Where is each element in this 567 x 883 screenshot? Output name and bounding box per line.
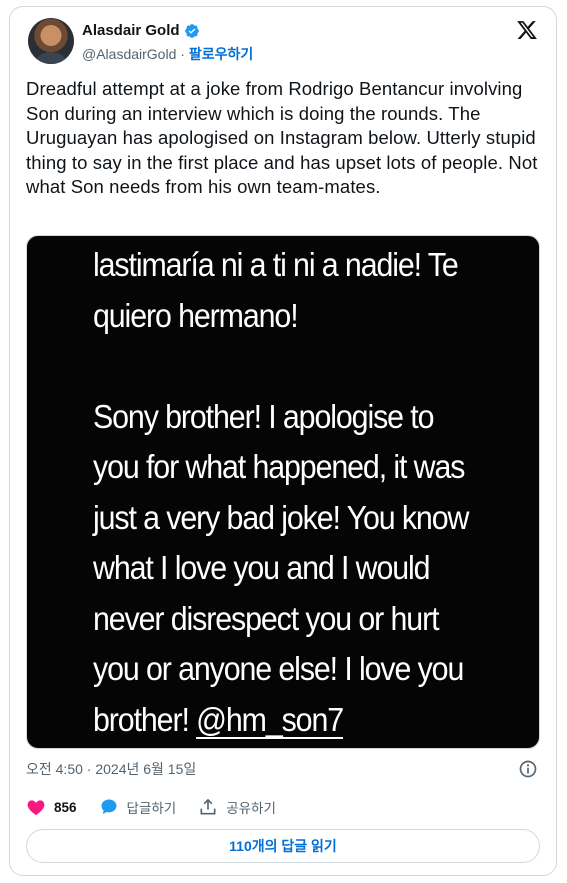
media-line: what I love you and I would [93, 549, 431, 586]
read-replies-button[interactable]: 110개의 답글 읽기 [26, 829, 540, 863]
heart-icon [27, 800, 45, 815]
info-icon[interactable] [518, 759, 538, 779]
media-mention: @hm_son7 [196, 700, 344, 738]
author-name-row: Alasdair Gold [82, 22, 200, 39]
media-line-prefix: brother! [93, 700, 197, 738]
media-spacer [93, 341, 489, 392]
tweet-card: Alasdair Gold @AlasdairGold · 팔로우하기 Drea… [9, 6, 557, 876]
author-handle[interactable]: @AlasdairGold [82, 46, 176, 62]
x-logo-icon[interactable] [516, 19, 538, 41]
reply-button[interactable]: 답글하기 [99, 797, 177, 817]
media-line: Sony brother! I apologise to [93, 397, 435, 435]
author-name[interactable]: Alasdair Gold [82, 22, 180, 39]
reply-label: 답글하기 [126, 801, 177, 816]
media-line: quiero hermano! [93, 296, 299, 334]
reply-bubble-icon [101, 799, 117, 815]
share-label: 공유하기 [226, 801, 276, 816]
tweet-timestamp[interactable]: 오전 4:50 · 2024년 6월 15일 [26, 759, 196, 779]
media-line: you for what happened, it was [93, 448, 465, 485]
media-caption: lastimaría ni a ti ni a nadie! Te quiero… [93, 240, 489, 745]
share-icon [200, 798, 216, 815]
media-line: never disrespect you or hurt [93, 599, 440, 637]
avatar-shirt [36, 52, 66, 64]
media-line: you or anyone else! I love you [93, 650, 464, 687]
share-button[interactable]: 공유하기 [198, 797, 276, 817]
tweet-actions: 856 답글하기 공유하기 [26, 797, 298, 817]
author-handle-row: @AlasdairGold · 팔로우하기 [82, 44, 253, 64]
follow-button[interactable]: 팔로우하기 [189, 46, 253, 62]
handle-separator: · [180, 46, 185, 62]
tweet-text: Dreadful attempt at a joke from Rodrigo … [26, 78, 538, 197]
avatar[interactable] [28, 18, 74, 64]
media-line: lastimaría ni a ti ni a nadie! Te [93, 246, 459, 283]
like-count: 856 [54, 799, 77, 815]
media-line: just a very bad joke! You know [93, 498, 469, 536]
verified-badge-icon [184, 23, 199, 38]
tweet-media-image[interactable]: lastimaría ni a ti ni a nadie! Te quiero… [26, 235, 540, 749]
media-line-last: brother! @hm_son7 [93, 695, 489, 746]
like-button[interactable]: 856 [26, 797, 77, 817]
